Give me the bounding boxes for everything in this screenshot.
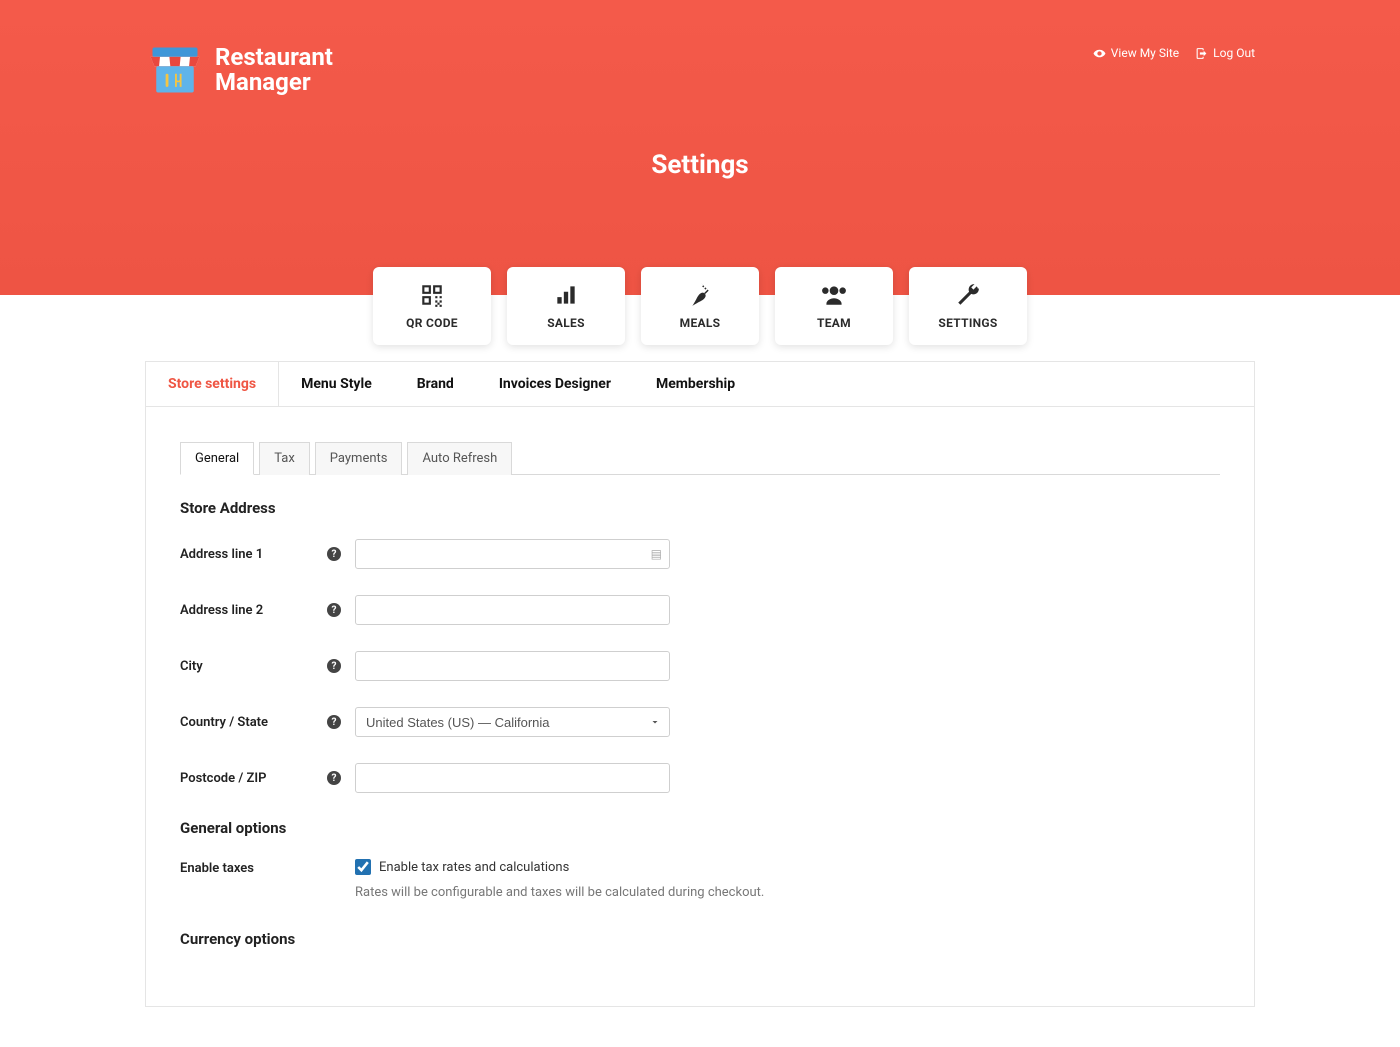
primary-tabs: Store settings Menu Style Brand Invoices…	[145, 361, 1255, 406]
input-address2[interactable]	[355, 595, 670, 625]
brand-line2: Manager	[215, 70, 333, 95]
nav-settings-label: SETTINGS	[938, 316, 997, 330]
section-store-address: Store Address	[180, 499, 1220, 517]
help-icon[interactable]: ?	[327, 547, 341, 561]
input-postcode[interactable]	[355, 763, 670, 793]
logout-icon	[1195, 47, 1208, 60]
tab-brand[interactable]: Brand	[395, 362, 477, 406]
enable-taxes-description: Rates will be configurable and taxes wil…	[355, 885, 1220, 900]
autofill-icon: ▤	[651, 547, 662, 561]
label-enable-taxes: Enable taxes	[180, 861, 254, 876]
help-icon[interactable]: ?	[327, 603, 341, 617]
brand-logo: Restaurant Manager	[145, 40, 333, 100]
help-icon[interactable]: ?	[327, 771, 341, 785]
tab-membership[interactable]: Membership	[634, 362, 758, 406]
qrcode-icon	[419, 282, 445, 308]
label-address1: Address line 1	[180, 547, 263, 562]
checkbox-enable-taxes-label: Enable tax rates and calculations	[379, 860, 569, 875]
label-country: Country / State	[180, 715, 268, 730]
help-icon[interactable]: ?	[327, 659, 341, 673]
nav-sales-label: SALES	[547, 316, 585, 330]
select-country[interactable]: United States (US) — California	[355, 707, 670, 737]
subtab-general[interactable]: General	[180, 442, 254, 475]
label-city: City	[180, 659, 203, 674]
logout-link[interactable]: Log Out	[1195, 46, 1255, 60]
page-title: Settings	[651, 150, 748, 180]
sub-tabs: General Tax Payments Auto Refresh	[180, 441, 1220, 475]
logout-label: Log Out	[1213, 46, 1255, 60]
nav-team-label: TEAM	[817, 316, 851, 330]
input-address1[interactable]	[355, 539, 670, 569]
eye-icon	[1093, 47, 1106, 60]
nav-qrcode-label: QR CODE	[406, 316, 458, 330]
subtab-auto-refresh[interactable]: Auto Refresh	[407, 442, 512, 475]
label-address2: Address line 2	[180, 603, 263, 618]
nav-team[interactable]: TEAM	[775, 267, 893, 345]
barchart-icon	[553, 282, 579, 308]
brand-line1: Restaurant	[215, 45, 333, 70]
nav-meals-label: MEALS	[680, 316, 721, 330]
subtab-tax[interactable]: Tax	[259, 442, 310, 475]
nav-settings[interactable]: SETTINGS	[909, 267, 1027, 345]
label-postcode: Postcode / ZIP	[180, 771, 266, 786]
tab-invoices[interactable]: Invoices Designer	[477, 362, 634, 406]
checkbox-enable-taxes[interactable]	[355, 859, 371, 875]
subtab-payments[interactable]: Payments	[315, 442, 403, 475]
tab-menu-style[interactable]: Menu Style	[279, 362, 395, 406]
help-icon[interactable]: ?	[327, 715, 341, 729]
tab-store-settings[interactable]: Store settings	[146, 362, 279, 406]
view-site-link[interactable]: View My Site	[1093, 46, 1179, 60]
storefront-icon	[145, 40, 205, 100]
section-general-options: General options	[180, 819, 1220, 837]
nav-qrcode[interactable]: QR CODE	[373, 267, 491, 345]
nav-sales[interactable]: SALES	[507, 267, 625, 345]
carrot-icon	[687, 282, 713, 308]
wrench-icon	[955, 282, 981, 308]
enable-taxes-row[interactable]: Enable tax rates and calculations	[355, 859, 1220, 875]
view-site-label: View My Site	[1111, 46, 1179, 60]
team-icon	[821, 282, 847, 308]
input-city[interactable]	[355, 651, 670, 681]
nav-meals[interactable]: MEALS	[641, 267, 759, 345]
